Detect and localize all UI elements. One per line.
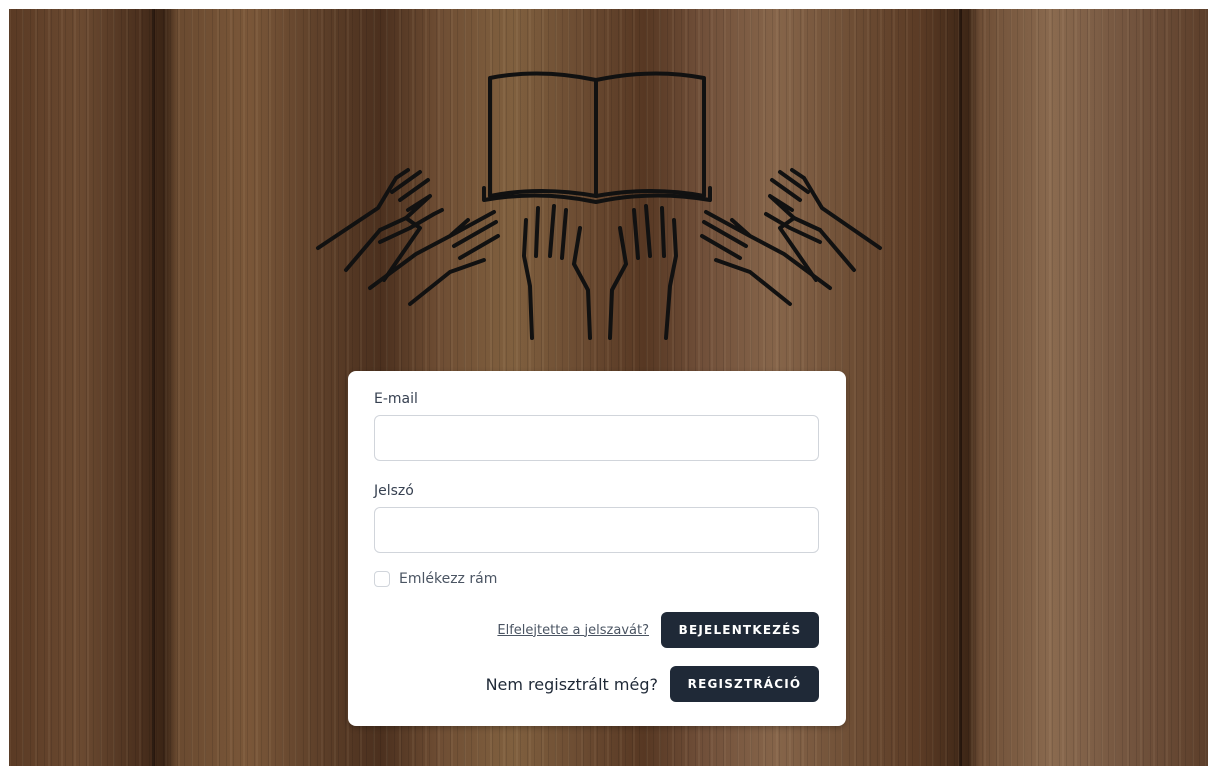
password-label: Jelszó [374, 483, 414, 499]
register-actions: Nem regisztrált még? REGISZTRÁCIÓ [374, 666, 819, 702]
password-field[interactable] [374, 507, 819, 553]
email-label: E-mail [374, 391, 418, 407]
remember-me-label: Emlékezz rám [399, 571, 498, 587]
register-button[interactable]: REGISZTRÁCIÓ [670, 666, 819, 702]
email-field[interactable] [374, 415, 819, 461]
login-button[interactable]: BEJELENTKEZÉS [661, 612, 819, 648]
forgot-password-link[interactable]: Elfelejtette a jelszavát? [497, 623, 649, 638]
remember-me-checkbox[interactable] [374, 571, 390, 587]
not-registered-text: Nem regisztrált még? [485, 674, 658, 694]
plank-divider [152, 9, 155, 766]
login-actions: Elfelejtette a jelszavát? BEJELENTKEZÉS [374, 612, 819, 648]
remember-me-row: Emlékezz rám [374, 571, 820, 587]
login-card: E-mail Jelszó Emlékezz rám Elfelejtette … [348, 371, 846, 726]
book-with-raised-hands-icon [300, 60, 900, 360]
plank-divider [959, 9, 962, 766]
